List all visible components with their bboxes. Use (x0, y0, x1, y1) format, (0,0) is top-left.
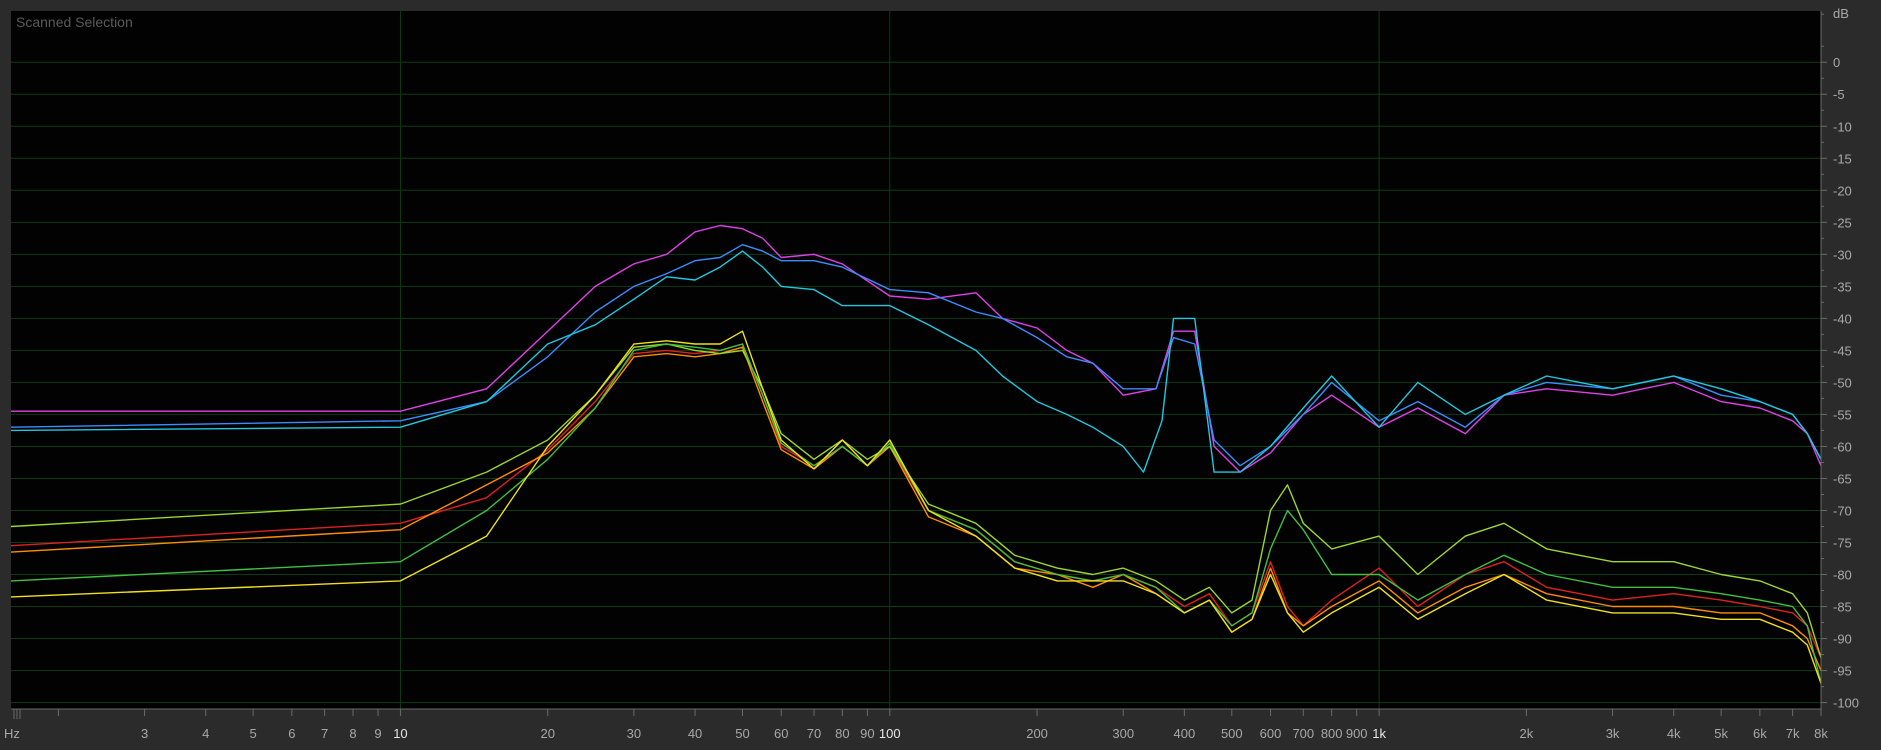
y-tick-label: -90 (1833, 632, 1852, 647)
x-tick-label: 300 (1112, 726, 1134, 741)
x-tick-label: 4k (1667, 726, 1681, 741)
y-tick-label: -60 (1833, 439, 1852, 454)
x-tick-label: 700 (1292, 726, 1314, 741)
x-tick-label: 10 (393, 726, 407, 741)
x-tick-label: 3k (1606, 726, 1620, 741)
y-tick-label: -100 (1833, 696, 1859, 711)
x-tick-label: 2k (1520, 726, 1534, 741)
y-tick-label: -20 (1833, 183, 1852, 198)
x-tick-label: 200 (1026, 726, 1048, 741)
x-tick-label: 500 (1221, 726, 1243, 741)
y-tick-label: -80 (1833, 568, 1852, 583)
y-tick-label: -35 (1833, 279, 1852, 294)
x-tick-label: 90 (860, 726, 874, 741)
y-tick-label: -15 (1833, 151, 1852, 166)
x-tick-label: 9 (374, 726, 381, 741)
y-tick-label: -5 (1833, 87, 1845, 102)
y-tick-label: -25 (1833, 215, 1852, 230)
x-tick-label: 600 (1260, 726, 1282, 741)
spectrum-window: Hz 3 4 5 6 7 8 9 10 20 30 40 50 60 70 80 90 100 200 300 400 5… (0, 0, 1881, 750)
y-tick-label: -50 (1833, 375, 1852, 390)
frequency-analysis-chart: Hz 3 4 5 6 7 8 9 10 20 30 40 50 60 70 80 90 100 200 300 400 5… (4, 6, 1859, 741)
y-tick-label: -30 (1833, 247, 1852, 262)
x-tick-label: 6 (288, 726, 295, 741)
x-tick-label: 8 (349, 726, 356, 741)
plot-area-background (11, 11, 1821, 709)
x-tick-label: 400 (1174, 726, 1196, 741)
x-unit-label: Hz (4, 726, 20, 741)
x-tick-label: 4 (202, 726, 209, 741)
panel-title: Scanned Selection (16, 14, 133, 30)
x-tick-label: 60 (774, 726, 788, 741)
x-tick-label: 3 (141, 726, 148, 741)
x-tick-label: 70 (807, 726, 821, 741)
x-tick-label: 6k (1753, 726, 1767, 741)
x-tick-label: 50 (735, 726, 749, 741)
y-tick-label: -70 (1833, 503, 1852, 518)
x-tick-label: 8k (1814, 726, 1828, 741)
y-axis: 0 -5 -10 -15 -20 -25 -30 -35 -40 -45 -50 -55 -60 -65 -… (1820, 6, 1859, 711)
y-tick-label: -45 (1833, 343, 1852, 358)
x-axis: Hz 3 4 5 6 7 8 9 10 20 30 40 50 60 70 80 90 100 200 300 400 5… (4, 708, 1828, 741)
x-tick-label: 800 (1321, 726, 1343, 741)
x-tick-label: 5k (1714, 726, 1728, 741)
y-unit-label: dB (1833, 6, 1849, 21)
x-tick-label: 40 (688, 726, 702, 741)
x-tick-label: 900 (1346, 726, 1368, 741)
y-tick-label: -85 (1833, 600, 1852, 615)
y-tick-label: 0 (1833, 55, 1840, 70)
y-tick-label: -10 (1833, 119, 1852, 134)
x-tick-label: 5 (250, 726, 257, 741)
y-tick-label: -40 (1833, 311, 1852, 326)
y-tick-label: -65 (1833, 471, 1852, 486)
y-tick-label: -75 (1833, 536, 1852, 551)
y-tick-label: -55 (1833, 407, 1852, 422)
x-tick-label: 30 (627, 726, 641, 741)
x-tick-label: 20 (541, 726, 555, 741)
x-tick-label: 7k (1786, 726, 1800, 741)
y-tick-label: -95 (1833, 664, 1852, 679)
x-tick-label: 100 (879, 726, 901, 741)
x-tick-label: 1k (1372, 726, 1386, 741)
x-tick-label: 7 (321, 726, 328, 741)
x-tick-label: 80 (835, 726, 849, 741)
